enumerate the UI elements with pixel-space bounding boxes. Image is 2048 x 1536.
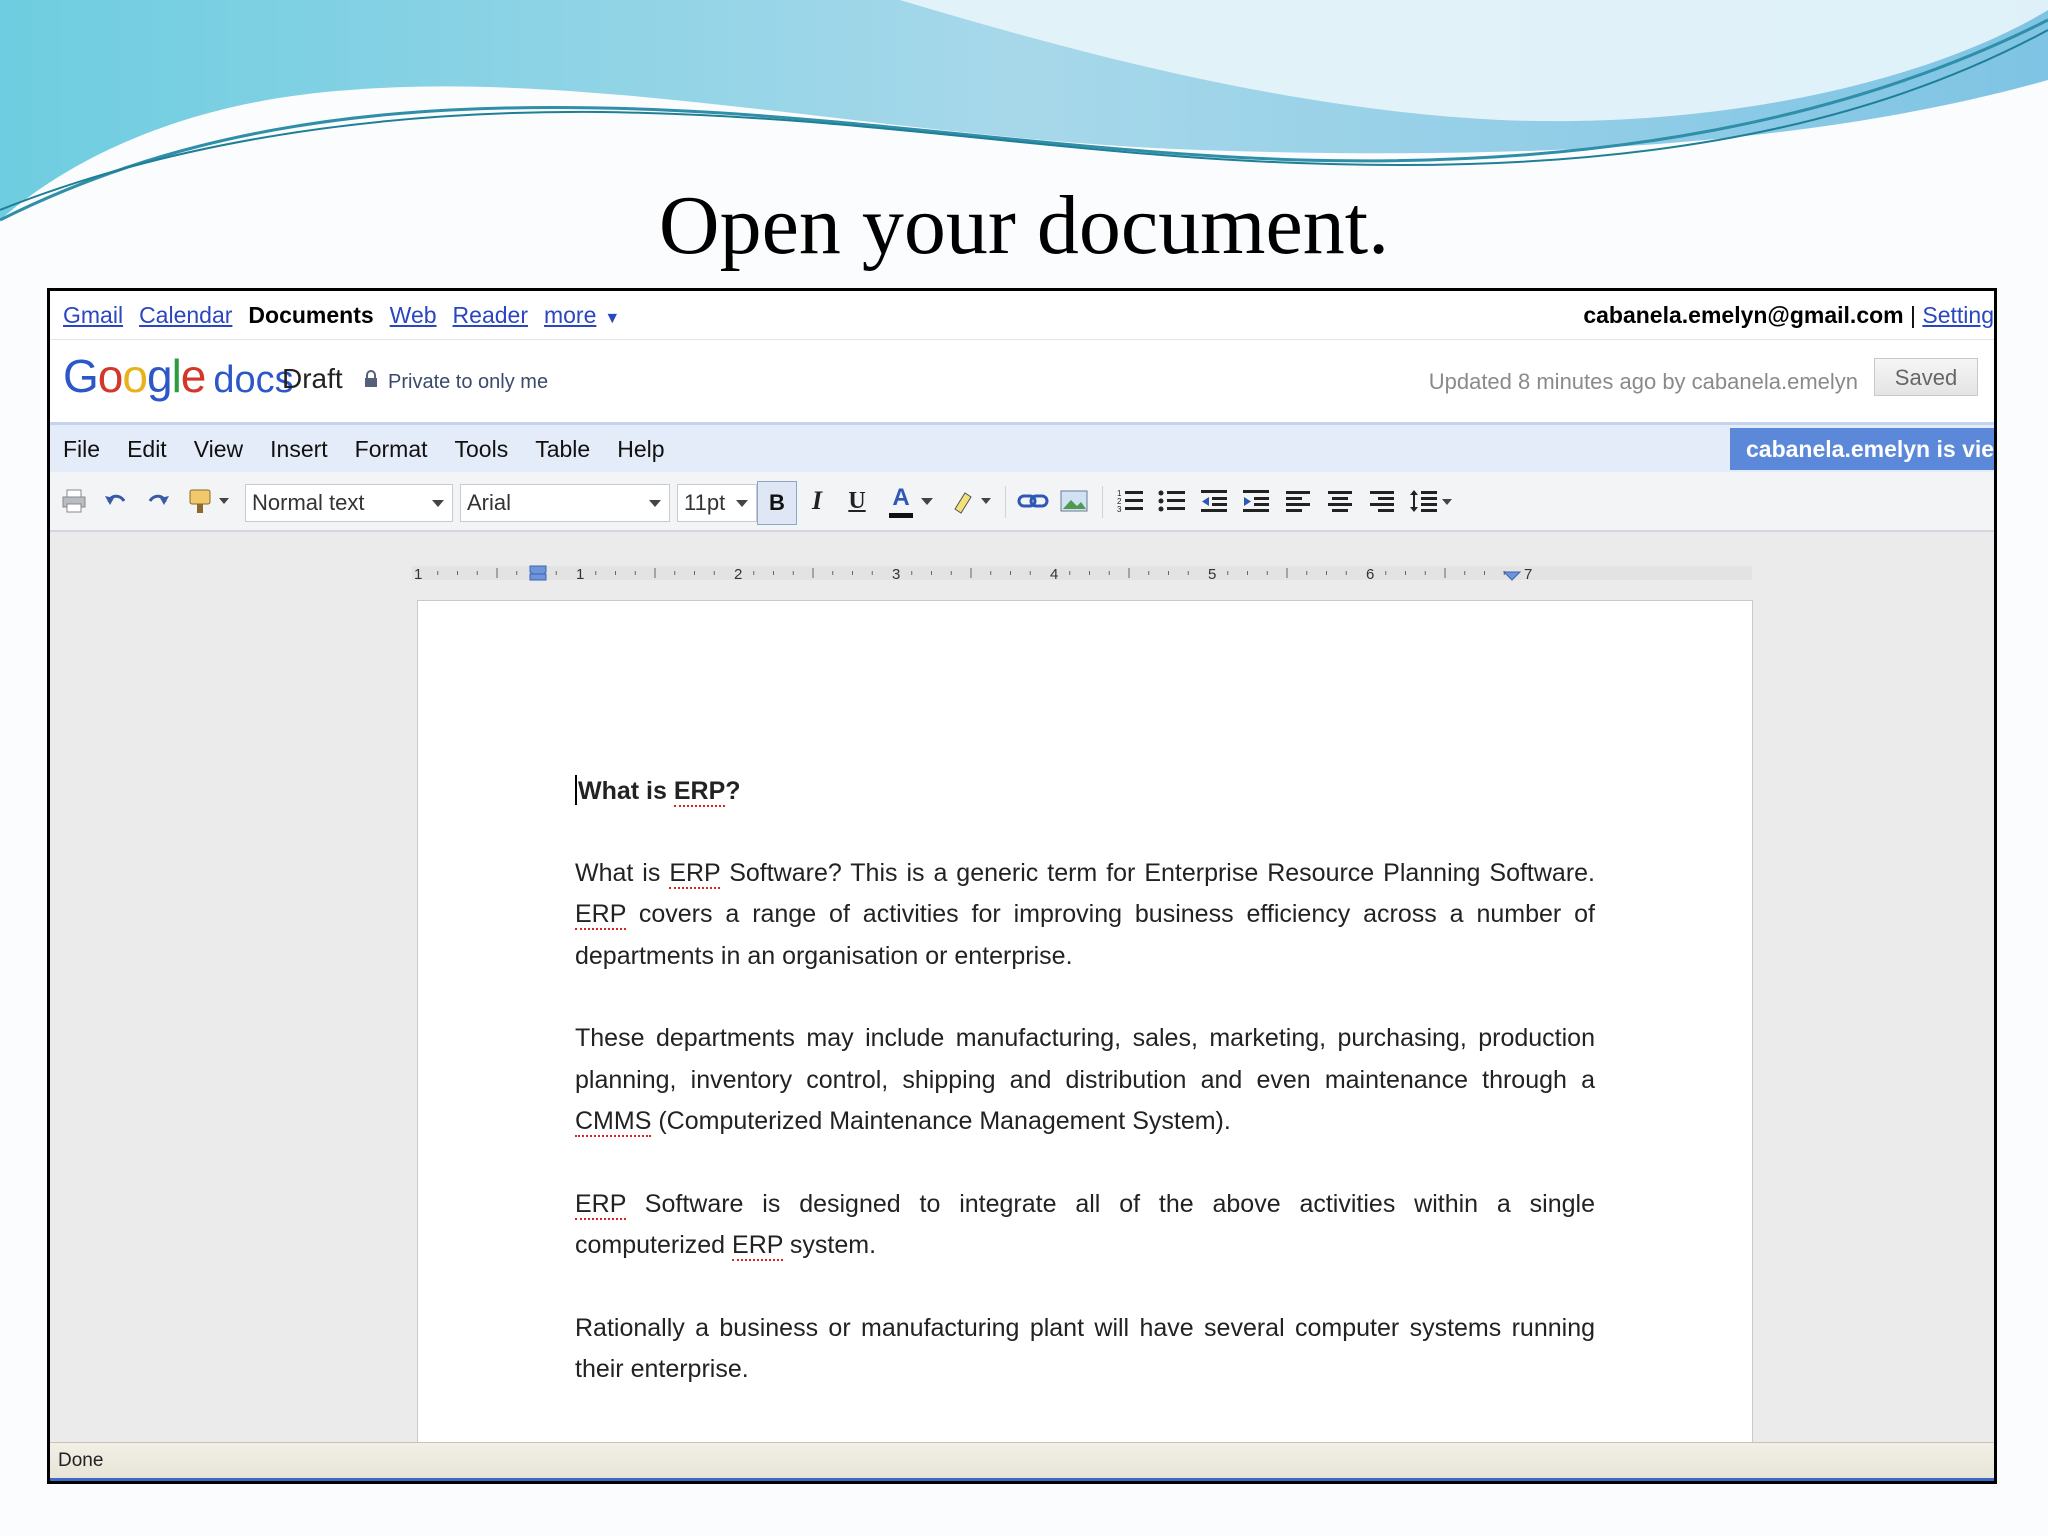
align-center-icon[interactable]	[1324, 484, 1356, 518]
highlight-color-icon[interactable]	[948, 484, 996, 518]
text-color-letter: A	[892, 484, 910, 511]
ruler-label: 7	[1524, 566, 1532, 583]
status-progress-line	[50, 1478, 1994, 1481]
menu-format[interactable]: Format	[355, 436, 428, 463]
menu-tools[interactable]: Tools	[455, 436, 509, 463]
chevron-down-icon	[649, 500, 661, 507]
line-spacing-icon[interactable]	[1408, 484, 1456, 518]
status-bar: Done	[50, 1442, 1994, 1481]
gbar-link-reader[interactable]: Reader	[453, 302, 528, 329]
text-color-button[interactable]: A	[886, 484, 934, 518]
chevron-down-icon: ▼	[604, 310, 621, 327]
align-left-icon[interactable]	[1282, 484, 1314, 518]
slide-title: Open your document.	[658, 179, 1390, 272]
increase-indent-icon[interactable]	[1240, 484, 1272, 518]
chevron-down-icon	[921, 497, 933, 505]
ruler-label: 1	[414, 566, 422, 583]
document-body[interactable]: What is ERP? What is ERP Software? This …	[575, 771, 1595, 1432]
gbar-account: cabanela.emelyn@gmail.com | Setting	[1583, 302, 1994, 329]
ruler-label: 2	[734, 566, 742, 583]
gbar-links: Gmail Calendar Documents Web Reader more…	[63, 302, 620, 329]
spellcheck-flag[interactable]: CMMS	[575, 1107, 652, 1137]
paint-format-icon[interactable]	[186, 484, 234, 518]
formatting-toolbar: Normal text Arial 11pt B I U A 1 2 3	[50, 472, 1994, 532]
menu-insert[interactable]: Insert	[270, 436, 328, 463]
google-bar: Gmail Calendar Documents Web Reader more…	[50, 291, 1994, 340]
spellcheck-flag[interactable]: ERP	[673, 777, 726, 807]
undo-icon[interactable]	[102, 484, 130, 518]
paragraph: These departments may include manufactur…	[575, 1024, 1595, 1137]
text-cursor	[575, 775, 577, 805]
gbar-separator: |	[1910, 302, 1916, 328]
gbar-link-calendar[interactable]: Calendar	[139, 302, 232, 329]
first-line-indent-marker-icon	[529, 573, 547, 581]
chevron-down-icon	[736, 500, 748, 507]
paragraph-style-select[interactable]: Normal text	[245, 484, 453, 522]
last-updated-text: Updated 8 minutes ago by cabanela.emelyn	[1428, 369, 1858, 394]
font-family-select[interactable]: Arial	[460, 484, 670, 522]
redo-icon[interactable]	[144, 484, 172, 518]
spellcheck-flag[interactable]: ERP	[575, 1189, 626, 1220]
bold-button[interactable]: B	[757, 481, 797, 525]
menu-edit[interactable]: Edit	[127, 436, 167, 463]
link-icon[interactable]	[1016, 484, 1050, 518]
sharing-status[interactable]: Private to only me	[388, 371, 548, 394]
document-title[interactable]: Draft	[282, 363, 343, 395]
decrease-indent-icon[interactable]	[1198, 484, 1230, 518]
document-heading: What is ERP?	[575, 771, 1595, 813]
numbered-list-icon[interactable]: 123	[1114, 484, 1146, 518]
chevron-down-icon	[432, 500, 444, 507]
menu-file[interactable]: File	[63, 436, 100, 463]
paragraph: ERP Software is designed to integrate al…	[575, 1189, 1595, 1261]
menu-items: File Edit View Insert Format Tools Table…	[63, 436, 665, 463]
gbar-link-settings[interactable]: Setting	[1922, 302, 1994, 328]
paragraph-style-value: Normal text	[252, 490, 365, 515]
menu-bar: File Edit View Insert Format Tools Table…	[50, 422, 1994, 472]
menu-table[interactable]: Table	[535, 436, 590, 463]
browser-screenshot: Gmail Calendar Documents Web Reader more…	[47, 288, 1997, 1484]
spellcheck-flag[interactable]: ERP	[575, 900, 626, 930]
menu-help[interactable]: Help	[617, 436, 664, 463]
ruler[interactable]: 1 1 2 3 4 5 6 7	[412, 562, 1752, 584]
bulleted-list-icon[interactable]	[1156, 484, 1188, 518]
font-size-value: 11pt	[684, 490, 726, 515]
spellcheck-flag[interactable]: ERP	[669, 858, 721, 889]
document-heading-text: What is ERP?	[578, 777, 741, 807]
status-text: Done	[58, 1450, 104, 1471]
gbar-link-gmail[interactable]: Gmail	[63, 302, 123, 329]
ruler-ticks	[412, 566, 1752, 580]
ruler-label: 3	[892, 566, 900, 583]
gbar-link-more[interactable]: more	[544, 302, 596, 328]
gbar-more[interactable]: more ▼	[544, 302, 620, 329]
text-color-swatch	[889, 513, 913, 518]
print-icon[interactable]	[60, 484, 88, 518]
menu-view[interactable]: View	[194, 436, 243, 463]
ruler-label: 6	[1366, 566, 1374, 583]
google-docs-logo[interactable]: Google docs	[63, 350, 294, 406]
toolbar-separator	[1102, 486, 1103, 518]
font-family-value: Arial	[467, 490, 512, 515]
saved-button[interactable]: Saved	[1874, 358, 1978, 396]
gbar-current-documents: Documents	[248, 302, 374, 328]
underline-button[interactable]: U	[842, 484, 872, 518]
image-icon[interactable]	[1058, 484, 1090, 518]
ruler-label: 1	[576, 566, 584, 583]
viewer-badge: cabanela.emelyn is view	[1730, 428, 1994, 470]
paragraph: What is ERP Software? This is a generic …	[575, 858, 1596, 970]
docs-header: Google docs Draft Private to only me Upda…	[50, 340, 1994, 412]
ruler-label: 5	[1208, 566, 1216, 583]
account-email: cabanela.emelyn@gmail.com	[1583, 302, 1904, 328]
paragraph: Rationally a business or manufacturing p…	[575, 1313, 1595, 1384]
gbar-link-web[interactable]: Web	[390, 302, 437, 329]
toolbar-separator	[1005, 486, 1006, 518]
editor-area: 1 1 2 3 4 5 6 7 What is ERP? What is ERP Softwa…	[50, 532, 1994, 1481]
lock-icon	[365, 370, 377, 387]
document-page[interactable]: What is ERP? What is ERP Software? This …	[417, 600, 1753, 1481]
svg-text:3: 3	[1117, 505, 1122, 514]
font-size-select[interactable]: 11pt	[677, 484, 757, 522]
ruler-label: 4	[1050, 566, 1058, 583]
align-right-icon[interactable]	[1366, 484, 1398, 518]
italic-button[interactable]: I	[802, 484, 832, 518]
spellcheck-flag[interactable]: ERP	[732, 1231, 783, 1261]
